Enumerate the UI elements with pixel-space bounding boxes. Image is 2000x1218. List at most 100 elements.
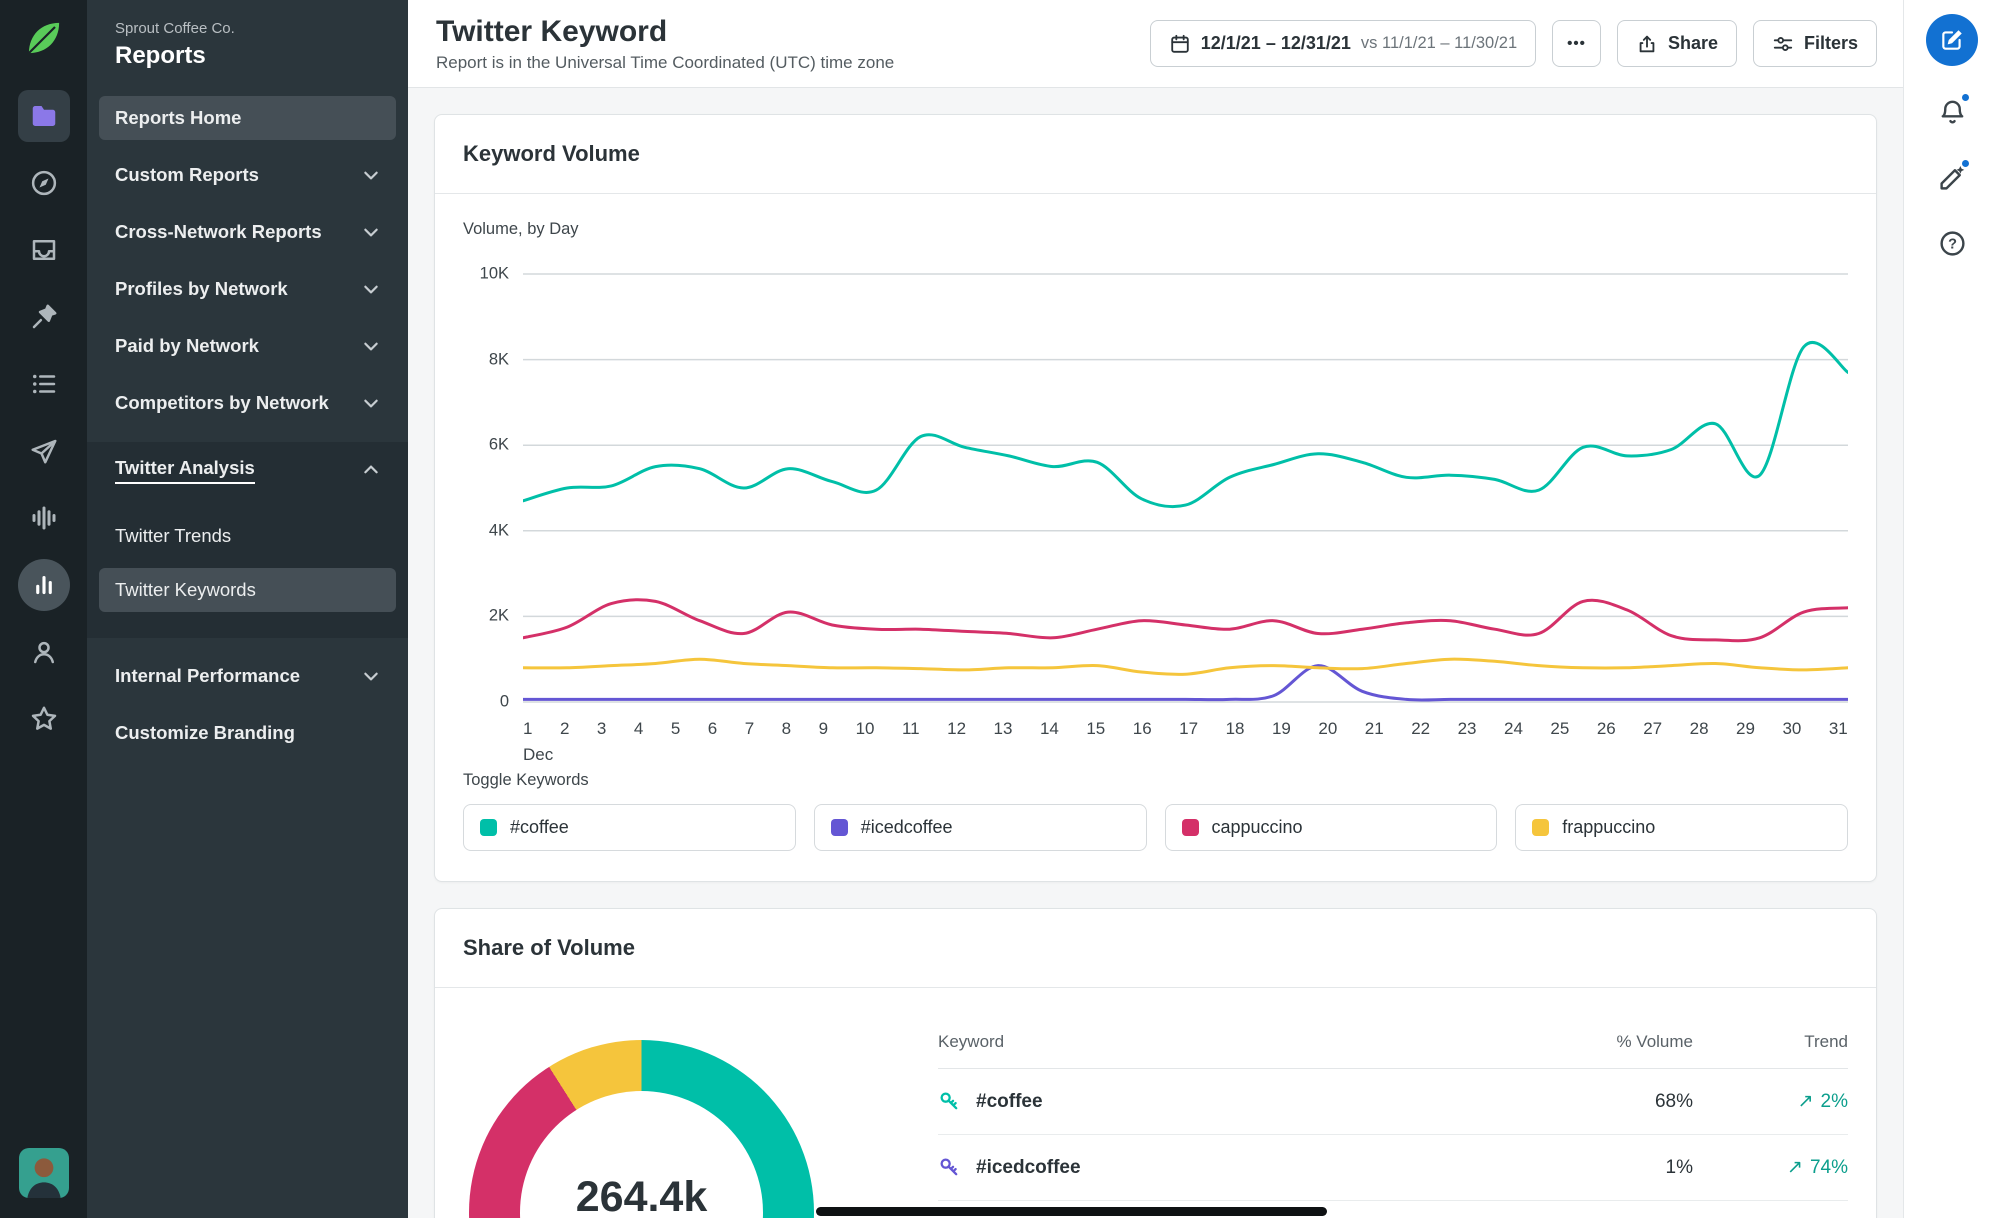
share-donut-chart: 264.4k Total Volume xyxy=(463,1012,938,1218)
share-label: Share xyxy=(1667,33,1718,53)
sidebar-item-label: Reports Home xyxy=(115,107,242,128)
keyword-toggle-coffee[interactable]: #coffee xyxy=(463,804,796,851)
date-range-button[interactable]: 12/1/21 – 12/31/21 vs 11/1/21 – 11/30/21 xyxy=(1149,20,1537,67)
keyword-volume-card: Keyword Volume Volume, by Day 10K 8K 6K 4K 2… xyxy=(434,114,1877,882)
notification-dot xyxy=(1960,158,1971,169)
chart-axis-label: Volume, by Day xyxy=(463,220,579,238)
twitter-analysis-section: Twitter Analysis Twitter Trends Twitter … xyxy=(87,442,408,638)
chevron-down-icon xyxy=(364,399,378,408)
trend-up-icon: ↗ xyxy=(1787,1157,1803,1178)
chevron-down-icon xyxy=(364,171,378,180)
star-icon[interactable] xyxy=(18,693,70,745)
sidebar-item-label: Competitors by Network xyxy=(115,392,329,413)
user-avatar[interactable] xyxy=(18,1148,69,1198)
more-actions-button[interactable]: ••• xyxy=(1552,20,1601,67)
compose-button[interactable] xyxy=(1926,14,1978,66)
sidebar-item-label: Custom Reports xyxy=(115,164,259,185)
col-trend: Trend xyxy=(1804,1032,1848,1051)
trend-value: 2% xyxy=(1820,1090,1848,1112)
sidebar-item-label: Cross-Network Reports xyxy=(115,221,322,242)
share-button[interactable]: Share xyxy=(1616,20,1737,67)
chevron-down-icon xyxy=(364,342,378,351)
sidebar-item-label: Internal Performance xyxy=(115,665,301,686)
chevron-down-icon xyxy=(364,672,378,681)
keyword-toggle-label: cappuccino xyxy=(1211,817,1303,837)
filters-icon xyxy=(1773,36,1793,51)
card-title: Share of Volume xyxy=(463,935,635,960)
keyword-toggle-label: #coffee xyxy=(510,817,569,837)
toggle-keywords-label: Toggle Keywords xyxy=(463,771,589,789)
sidebar-item-label: Twitter Analysis xyxy=(115,457,255,484)
inbox-icon[interactable] xyxy=(18,224,70,276)
reports-icon[interactable] xyxy=(17,559,70,611)
notifications-button[interactable] xyxy=(1929,88,1975,134)
chevron-up-icon xyxy=(364,465,378,474)
keyword-toggle-icedcoffee[interactable]: #icedcoffee xyxy=(813,804,1147,851)
sidebar-item-customize-branding[interactable]: Customize Branding xyxy=(99,711,396,755)
whats-new-button[interactable] xyxy=(1929,154,1975,200)
sprout-logo-icon[interactable] xyxy=(22,16,66,60)
sidebar-item-twitter-trends[interactable]: Twitter Trends xyxy=(99,514,396,558)
timezone-note: Report is in the Universal Time Coordina… xyxy=(436,52,895,72)
card-title: Keyword Volume xyxy=(463,141,640,166)
listening-icon[interactable] xyxy=(18,492,70,544)
sidebar-item-cross-network-reports[interactable]: Cross-Network Reports xyxy=(99,210,396,254)
page-title: Twitter Keyword xyxy=(436,14,668,48)
color-swatch xyxy=(1181,819,1199,836)
key-icon xyxy=(940,1092,958,1110)
share-of-volume-card: Share of Volume 264.4k Total Volume xyxy=(434,908,1877,1218)
sidebar-item-twitter-analysis[interactable]: Twitter Analysis xyxy=(99,448,396,492)
sidebar-item-profiles-by-network[interactable]: Profiles by Network xyxy=(99,267,396,311)
volume-line-chart: 1 2 3 4 5 6 7 8 9 10 11 12 13 14 15 16 17 18 19 20 21 22 23 24 2… xyxy=(523,269,1848,767)
table-header: Keyword % Volume Trend xyxy=(938,1022,1848,1069)
col-keyword: Keyword xyxy=(938,1032,1005,1051)
keyword-share-table: Keyword % Volume Trend #coffee 68% ↗ 2% … xyxy=(938,1022,1848,1218)
trend-up-icon: ↗ xyxy=(1797,1091,1814,1112)
sidebar-title: Reports xyxy=(115,42,206,69)
notification-dot xyxy=(1960,92,1971,103)
total-volume-value: 264.4k xyxy=(575,1172,708,1218)
people-icon[interactable] xyxy=(18,626,70,678)
keyword-toggle-frappuccino[interactable]: frappuccino xyxy=(1515,804,1848,851)
report-header: Twitter Keyword Report is in the Univers… xyxy=(408,0,1903,88)
tasks-icon[interactable] xyxy=(18,358,70,410)
volume-percent: 68% xyxy=(1654,1090,1693,1112)
sidebar-item-internal-performance[interactable]: Internal Performance xyxy=(99,654,396,698)
table-row: #coffee 68% ↗ 2% xyxy=(938,1069,1848,1135)
reports-sidebar: Sprout Coffee Co. Reports Reports Home C… xyxy=(87,0,408,1218)
dashboard-icon[interactable] xyxy=(18,157,70,209)
chevron-down-icon xyxy=(364,285,378,294)
app-window: Sprout Coffee Co. Reports Reports Home C… xyxy=(0,0,2000,1218)
main-content: Twitter Keyword Report is in the Univers… xyxy=(408,0,1903,1218)
y-axis-labels: 10K 8K 6K 4K 2K 0 xyxy=(479,264,509,711)
chevron-down-icon xyxy=(364,228,378,237)
sidebar-item-label: Twitter Trends xyxy=(115,525,232,546)
svg-text:?: ? xyxy=(1948,236,1957,252)
x-axis-labels: 1 2 3 4 5 6 7 8 9 10 11 12 13 14 15 16 17 18 19 20 21 22 23 24 2… xyxy=(523,719,1848,738)
org-name: Sprout Coffee Co. xyxy=(115,20,235,37)
x-axis: 1 2 3 4 5 6 7 8 9 10 11 12 13 14 15 16 17 18 19 20 21 22 23 24 2… xyxy=(523,719,1848,767)
filters-label: Filters xyxy=(1803,33,1858,53)
filters-button[interactable]: Filters xyxy=(1752,20,1877,67)
help-icon: ? xyxy=(1939,230,1965,256)
help-button[interactable]: ? xyxy=(1929,220,1975,266)
home-indicator xyxy=(816,1207,1327,1216)
sidebar-item-custom-reports[interactable]: Custom Reports xyxy=(99,153,396,197)
publishing-icon[interactable] xyxy=(18,425,70,477)
calendar-icon xyxy=(1171,34,1189,53)
volume-percent: 1% xyxy=(1665,1156,1693,1178)
sidebar-item-label: Customize Branding xyxy=(115,722,295,743)
date-range-label: 12/1/21 – 12/31/21 xyxy=(1200,33,1351,53)
sidebar-item-paid-by-network[interactable]: Paid by Network xyxy=(99,324,396,368)
utility-rail: ? xyxy=(1903,0,2000,1218)
sidebar-item-twitter-keywords[interactable]: Twitter Keywords xyxy=(99,568,396,612)
sidebar-item-competitors-by-network[interactable]: Competitors by Network xyxy=(99,381,396,425)
share-icon xyxy=(1639,35,1655,52)
keyword-toggle-label: #icedcoffee xyxy=(860,817,953,837)
sidebar-item-reports-home[interactable]: Reports Home xyxy=(99,96,396,140)
keyword-toggle-cappuccino[interactable]: cappuccino xyxy=(1164,804,1498,851)
folders-icon[interactable] xyxy=(17,90,70,142)
keyword-name: #icedcoffee xyxy=(976,1156,1081,1178)
keyword-name: #coffee xyxy=(976,1090,1043,1112)
pin-icon[interactable] xyxy=(18,291,70,343)
